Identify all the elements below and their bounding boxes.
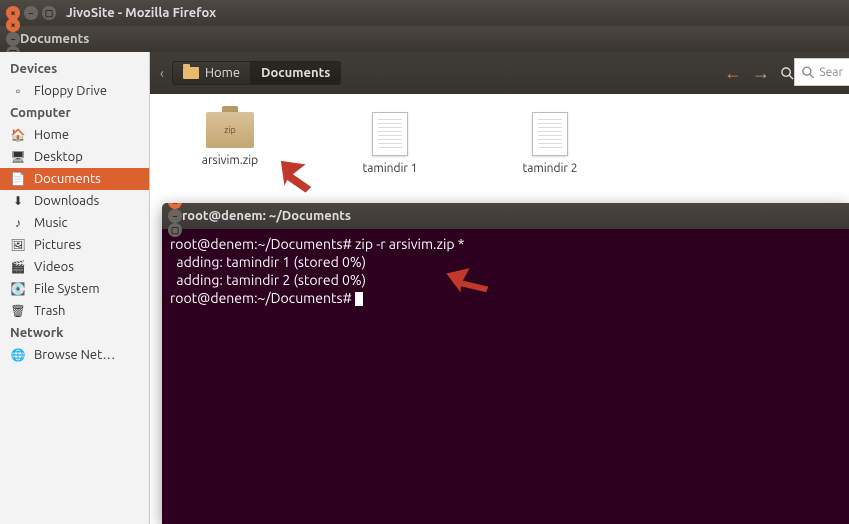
sidebar-item-downloads[interactable]: ⬇ Downloads: [0, 190, 149, 212]
breadcrumb: Home Documents: [172, 61, 341, 85]
search-icon: [801, 65, 815, 80]
sidebar-item-label: Home: [34, 128, 69, 142]
home-icon: 🏠: [10, 128, 26, 142]
sidebar-section-devices: Devices: [0, 58, 149, 80]
sidebar-item-label: Videos: [34, 260, 74, 274]
floppy-icon: ▫: [10, 84, 26, 98]
toolbar: ‹ Home Documents ← → Search: [150, 52, 849, 94]
music-icon: ♪: [10, 216, 26, 230]
breadcrumb-home[interactable]: Home: [172, 61, 251, 85]
file-label: tamindir 1: [363, 162, 418, 175]
search-input[interactable]: Sear: [794, 58, 849, 86]
sidebar-item-pictures[interactable]: 🖼 Pictures: [0, 234, 149, 256]
sidebar-item-label: Trash: [34, 304, 65, 318]
file-item-zip[interactable]: zip arsivim.zip: [180, 112, 280, 175]
nav-back-icon[interactable]: ←: [724, 63, 742, 84]
sidebar-item-home[interactable]: 🏠 Home: [0, 124, 149, 146]
maximize-icon[interactable]: ▢: [42, 6, 56, 20]
firefox-title: JivoSite - Mozilla Firefox: [66, 6, 216, 20]
sidebar-item-videos[interactable]: 🎬 Videos: [0, 256, 149, 278]
documents-icon: 📄: [10, 172, 26, 186]
trash-icon: 🗑: [10, 304, 26, 318]
downloads-icon: ⬇: [10, 194, 26, 208]
cursor-icon: [355, 292, 363, 306]
sidebar-item-music[interactable]: ♪ Music: [0, 212, 149, 234]
network-icon: 🌐: [10, 348, 26, 362]
desktop-icon: 🖥: [10, 150, 26, 164]
search-placeholder: Sear: [819, 66, 843, 79]
pictures-icon: 🖼: [10, 238, 26, 252]
terminal-window-controls: × − ▢: [168, 203, 182, 237]
minimize-icon[interactable]: −: [24, 6, 38, 20]
sidebar-item-label: Documents: [34, 172, 101, 186]
file-label: tamindir 2: [523, 162, 578, 175]
file-label: arsivim.zip: [202, 154, 258, 167]
fm-title: Documents: [20, 32, 89, 46]
minimize-icon[interactable]: −: [6, 32, 20, 46]
sidebar-item-label: Floppy Drive: [34, 84, 107, 98]
sidebar-item-label: File System: [34, 282, 100, 296]
close-icon[interactable]: ×: [6, 18, 20, 32]
sidebar-item-documents[interactable]: 📄 Documents: [0, 168, 149, 190]
sidebar-item-label: Desktop: [34, 150, 83, 164]
zip-icon: zip: [206, 112, 254, 148]
breadcrumb-documents[interactable]: Documents: [251, 61, 341, 85]
sidebar-section-network: Network: [0, 322, 149, 344]
sidebar-item-browse-network[interactable]: 🌐 Browse Net…: [0, 344, 149, 366]
chevron-left-icon[interactable]: ‹: [160, 65, 164, 81]
firefox-titlebar: × − ▢ JivoSite - Mozilla Firefox: [0, 0, 849, 26]
file-item-text[interactable]: tamindir 2: [500, 112, 600, 175]
sidebar-item-desktop[interactable]: 🖥 Desktop: [0, 146, 149, 168]
disk-icon: 💽: [10, 282, 26, 296]
sidebar-section-computer: Computer: [0, 102, 149, 124]
sidebar: Devices ▫ Floppy Drive Computer 🏠 Home 🖥…: [0, 52, 150, 524]
sidebar-item-floppy[interactable]: ▫ Floppy Drive: [0, 80, 149, 102]
sidebar-item-label: Pictures: [34, 238, 81, 252]
text-file-icon: [532, 112, 568, 156]
videos-icon: 🎬: [10, 260, 26, 274]
minimize-icon[interactable]: −: [168, 209, 182, 223]
filemanager-titlebar: × − ▢ Documents: [0, 26, 849, 52]
search-icon: [780, 66, 795, 81]
folder-icon: [183, 67, 199, 79]
sidebar-item-trash[interactable]: 🗑 Trash: [0, 300, 149, 322]
text-file-icon: [372, 112, 408, 156]
breadcrumb-current-label: Documents: [261, 66, 330, 80]
terminal-title: root@denem: ~/Documents: [182, 209, 351, 223]
sidebar-item-label: Downloads: [34, 194, 99, 208]
terminal-output[interactable]: root@denem:~/Documents# zip -r arsivim.z…: [162, 229, 849, 313]
sidebar-item-label: Browse Net…: [34, 348, 115, 362]
file-item-text[interactable]: tamindir 1: [340, 112, 440, 175]
terminal-titlebar: × − ▢ root@denem: ~/Documents: [162, 203, 849, 229]
nav-forward-icon[interactable]: →: [752, 63, 770, 84]
terminal-window: × − ▢ root@denem: ~/Documents root@denem…: [162, 203, 849, 524]
sidebar-item-label: Music: [34, 216, 68, 230]
sidebar-item-filesystem[interactable]: 💽 File System: [0, 278, 149, 300]
breadcrumb-home-label: Home: [205, 66, 240, 80]
